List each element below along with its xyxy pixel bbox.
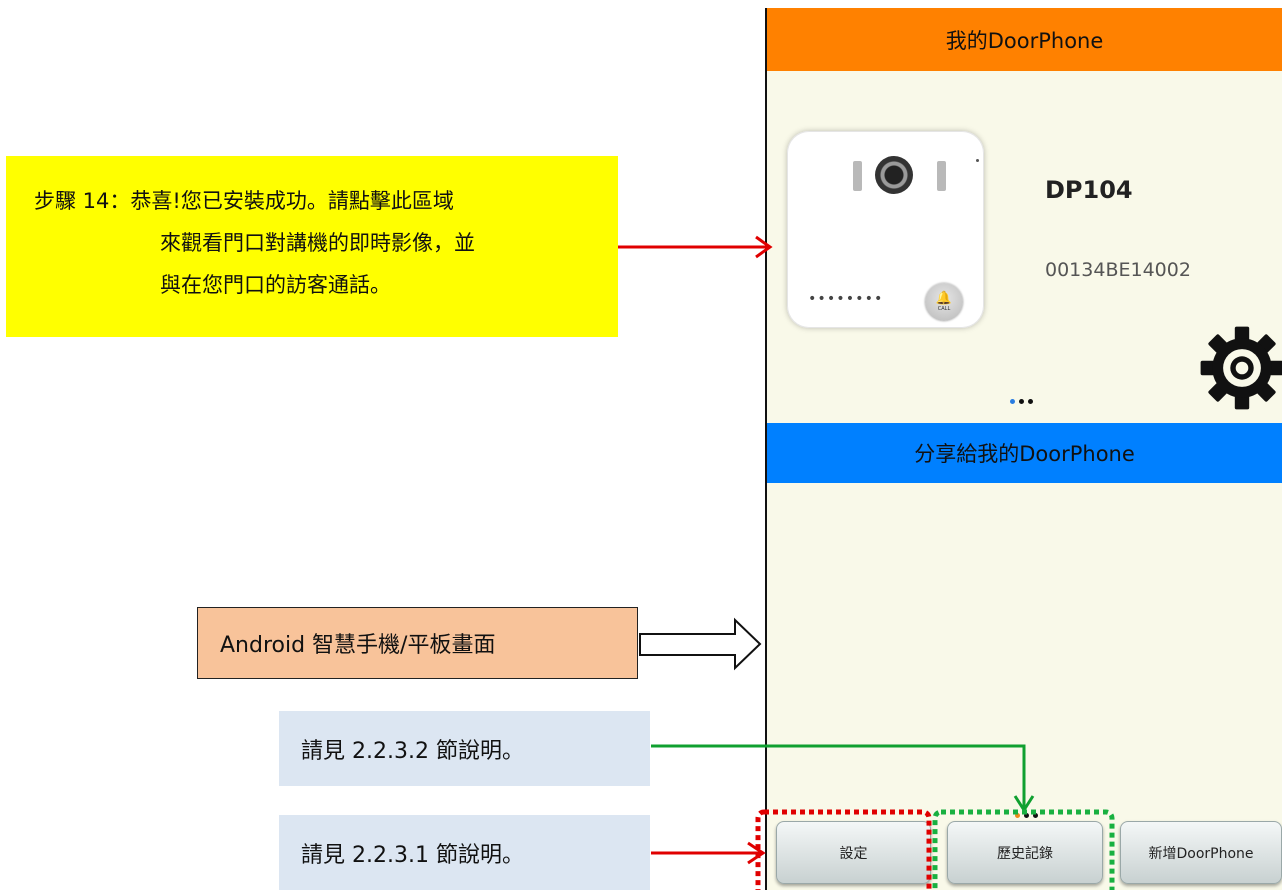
history-highlight — [932, 809, 1115, 890]
settings-highlight — [755, 809, 932, 890]
hollow-arrow-platform — [639, 617, 762, 671]
green-arrow-history — [651, 744, 1035, 813]
red-arrow-settings — [651, 841, 766, 865]
annotation-overlay — [618, 235, 1115, 890]
red-arrow-step — [618, 235, 773, 259]
